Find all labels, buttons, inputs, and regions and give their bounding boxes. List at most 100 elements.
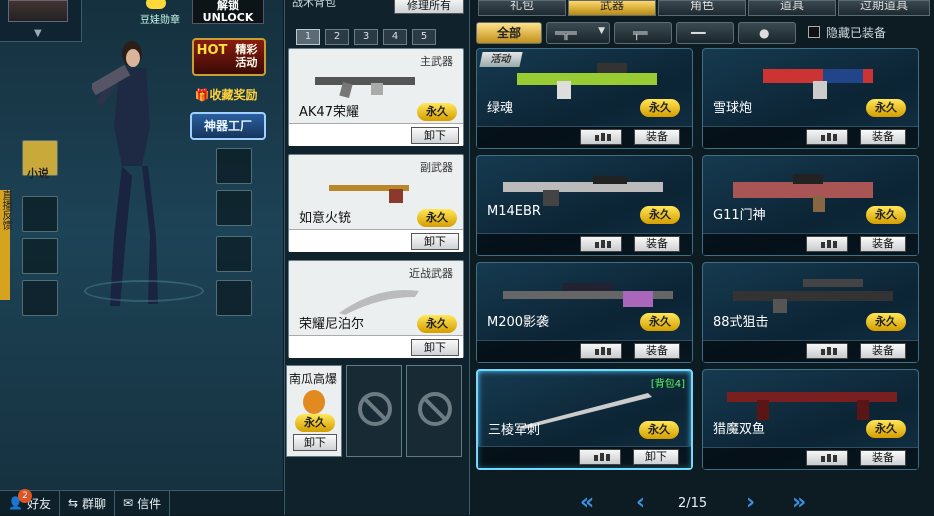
prev-page-icon[interactable]: ‹ [636,490,645,515]
mail-label: 信件 [137,496,162,511]
weapon-card-equipped[interactable]: [背包4] 三棱军刺 永久 卸下 [476,369,693,470]
unequip-button[interactable]: 卸下 [293,434,337,451]
weapon-card[interactable]: M14EBR 永久 装备 [476,155,693,256]
friends-button[interactable]: 👤 2 好友 [0,488,60,516]
grenade-slot[interactable]: 南瓜高爆 永久 卸下 [286,365,342,457]
character-panel: ▼ 豆娃勋章 解锁 UNLOCK HOT 精彩活动 🎁收藏奖励 神器工厂 小说 … [0,0,283,516]
primary-weapon-slot[interactable]: 主武器 AK47荣耀 永久 卸下 [288,48,464,146]
novel-label: 小说 [27,167,49,180]
rifle-icon [315,77,415,99]
weapon-card[interactable]: 雪球炮 永久 装备 [702,48,919,149]
equip-button[interactable]: 装备 [634,129,680,145]
hot-event-button[interactable]: HOT 精彩活动 [192,38,266,76]
stats-button[interactable] [580,236,622,252]
stats-button[interactable] [806,450,848,466]
stats-button[interactable] [580,343,622,359]
permanent-badge: 永久 [866,420,906,438]
bag-page-4[interactable]: 4 [383,29,407,45]
equip-button[interactable]: 装备 [860,450,906,466]
side-feedback-tab[interactable]: 直播反馈 [0,190,11,300]
permanent-badge: 永久 [417,103,457,121]
hide-equipped-label: 隐藏已装备 [826,26,887,40]
permanent-badge: 永久 [417,315,457,333]
equip-button[interactable]: 装备 [860,236,906,252]
tab-gift[interactable]: 礼包 [478,0,566,16]
knife-icon [339,289,419,315]
character-model [92,41,158,306]
hide-equipped-checkbox[interactable] [808,26,820,38]
rifle-icon: ═╦═ [555,26,577,40]
repair-all-button[interactable]: 修理所有 [394,0,464,14]
chevron-down-icon[interactable]: ▼ [34,28,42,39]
first-page-icon[interactable]: « [580,490,594,515]
mail-button[interactable]: ✉ 信件 [115,490,171,516]
permanent-badge: 永久 [640,313,680,331]
equip-button[interactable]: 装备 [860,129,906,145]
empty-slot[interactable] [346,365,402,457]
stats-button[interactable] [580,129,622,145]
stats-button[interactable] [806,343,848,359]
unlock-button[interactable]: 解锁 UNLOCK [192,0,264,24]
last-page-icon[interactable]: » [792,490,806,515]
permanent-badge: 永久 [640,206,680,224]
vest-slot[interactable] [216,190,252,226]
weapon-card[interactable]: 活动 绿魂 永久 装备 [476,48,693,149]
bag-slot[interactable] [22,280,58,316]
filter-all-button[interactable]: 全部 [476,22,542,44]
filter-rifle-dropdown[interactable]: ═╦═ ▼ [546,22,610,44]
bag-page-2[interactable]: 2 [325,29,349,45]
weapon-card[interactable]: M200影袭 永久 装备 [476,262,693,363]
weapon-card[interactable]: 猎魔双鱼 永久 装备 [702,369,919,470]
melee-weapon-slot[interactable]: 近战武器 荣耀尼泊尔 永久 卸下 [288,260,464,358]
boots-slot[interactable] [216,280,252,316]
bag-page-1[interactable]: 1 [296,29,320,45]
filter-grenade-button[interactable]: ● [738,22,796,44]
tab-items[interactable]: 道具 [748,0,836,16]
hot-sub-label: 精彩活动 [235,43,258,69]
unequip-button[interactable]: 卸下 [411,339,459,356]
favorite-reward-button[interactable]: 🎁收藏奖励 [186,84,266,106]
empty-slot[interactable] [406,365,462,457]
tab-weapons[interactable]: 武器 [568,0,656,16]
unequip-button[interactable]: 卸下 [633,449,679,465]
weapon-name: 雪球炮 [713,101,753,116]
slot-weapon-name: 荣耀尼泊尔 [299,317,365,332]
tab-characters[interactable]: 角色 [658,0,746,16]
unlock-label: UNLOCK [202,11,254,24]
pet-bear-slot[interactable] [22,196,58,232]
weapon-card[interactable]: 88式狙击 永久 装备 [702,262,919,363]
bag-page-5[interactable]: 5 [412,29,436,45]
secondary-weapon-slot[interactable]: 副武器 如意火铳 永久 卸下 [288,154,464,252]
unequip-button[interactable]: 卸下 [411,127,459,144]
group-chat-button[interactable]: ⇆ 群聊 [60,490,116,516]
stats-button[interactable] [806,236,848,252]
player-avatar-box[interactable]: ▼ [0,0,82,42]
equip-button[interactable]: 装备 [634,236,680,252]
unequip-button[interactable]: 卸下 [411,233,459,250]
bag-page-3[interactable]: 3 [354,29,378,45]
favorite-reward-label: 收藏奖励 [209,88,258,102]
chevron-down-icon: ▼ [598,26,605,36]
weapon-card[interactable]: G11门神 永久 装备 [702,155,919,256]
badge-label[interactable]: 豆娃勋章 [140,11,180,26]
handshake-icon: ⇆ [67,496,79,510]
avatar[interactable] [8,0,68,22]
stats-button[interactable] [579,449,621,465]
slot-category: 近战武器 [409,267,453,280]
weapon-factory-button[interactable]: 神器工厂 [190,112,266,140]
bag-label: 战术背包 [292,0,336,9]
helmet-slot[interactable] [216,148,252,184]
stats-button[interactable] [806,129,848,145]
equip-button[interactable]: 装备 [860,343,906,359]
filter-melee-button[interactable]: ━━ [676,22,734,44]
prohibited-icon [418,392,452,426]
tab-expired-items[interactable]: 过期道具 [838,0,930,16]
weapon-name: 三棱军刺 [488,423,541,438]
character-platform [84,280,204,302]
accessory-slot[interactable] [22,238,58,274]
filter-pistol-button[interactable]: ╤═ [614,22,672,44]
equip-button[interactable]: 装备 [634,343,680,359]
next-page-icon[interactable]: › [746,490,755,515]
novel-book-icon[interactable]: 小说 [22,140,58,180]
gloves-slot[interactable] [216,236,252,272]
